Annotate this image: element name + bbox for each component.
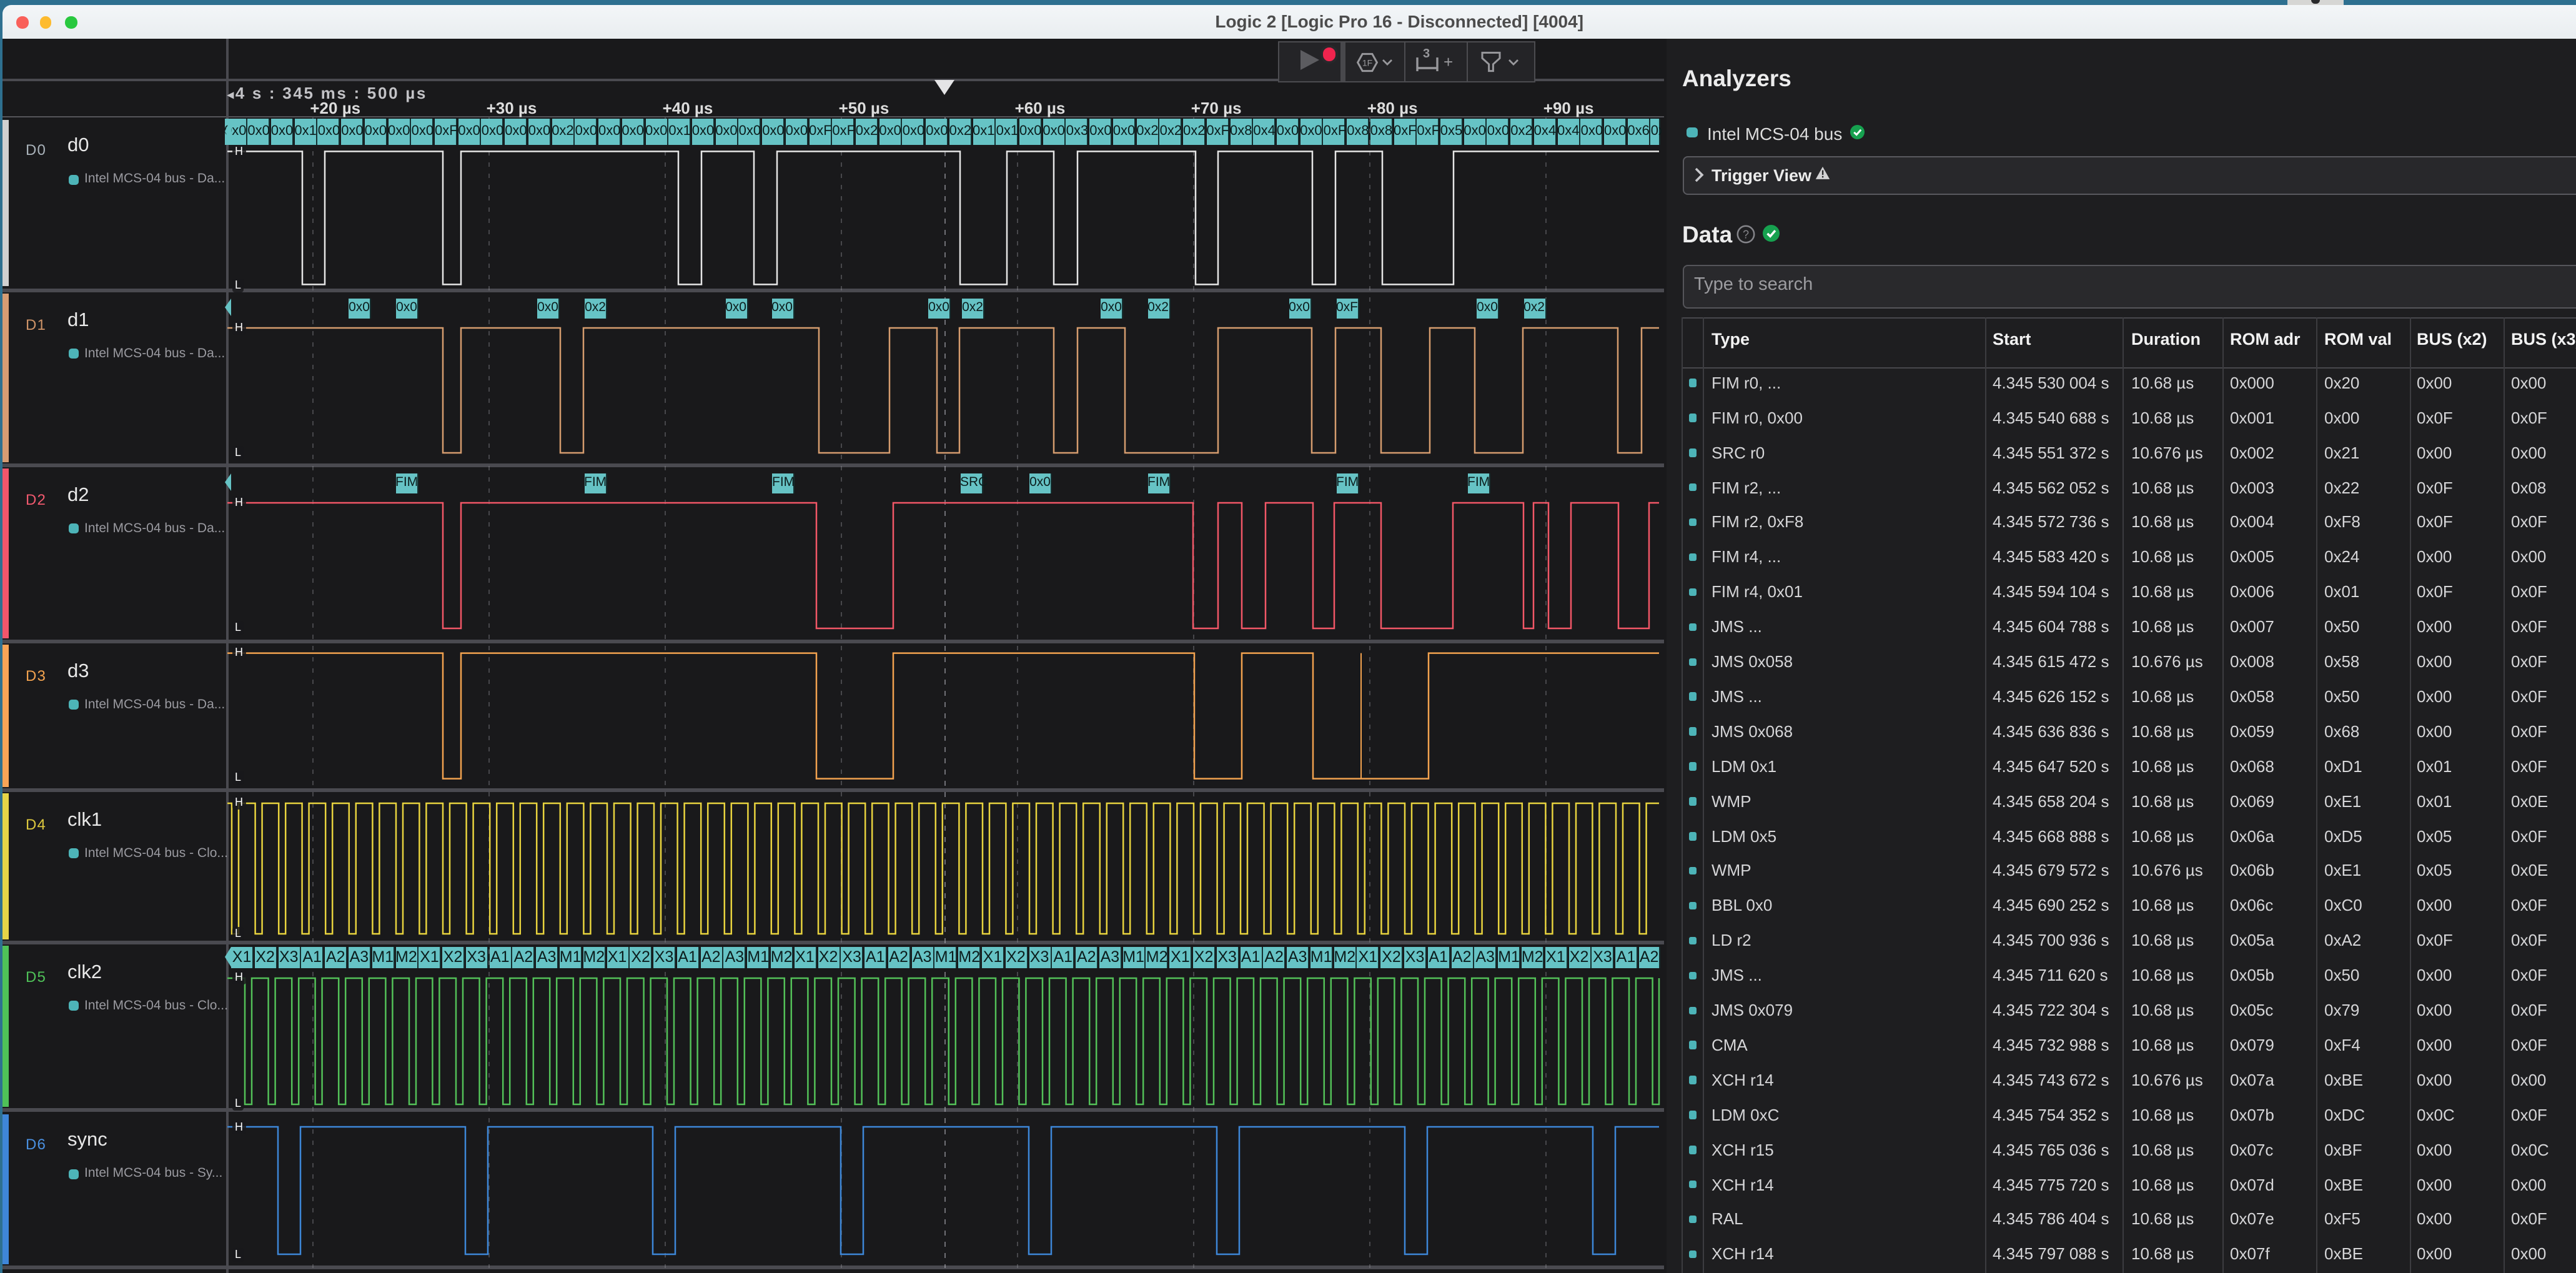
svg-text:1F: 1F — [1362, 57, 1372, 67]
svg-text:?: ? — [1743, 228, 1749, 240]
